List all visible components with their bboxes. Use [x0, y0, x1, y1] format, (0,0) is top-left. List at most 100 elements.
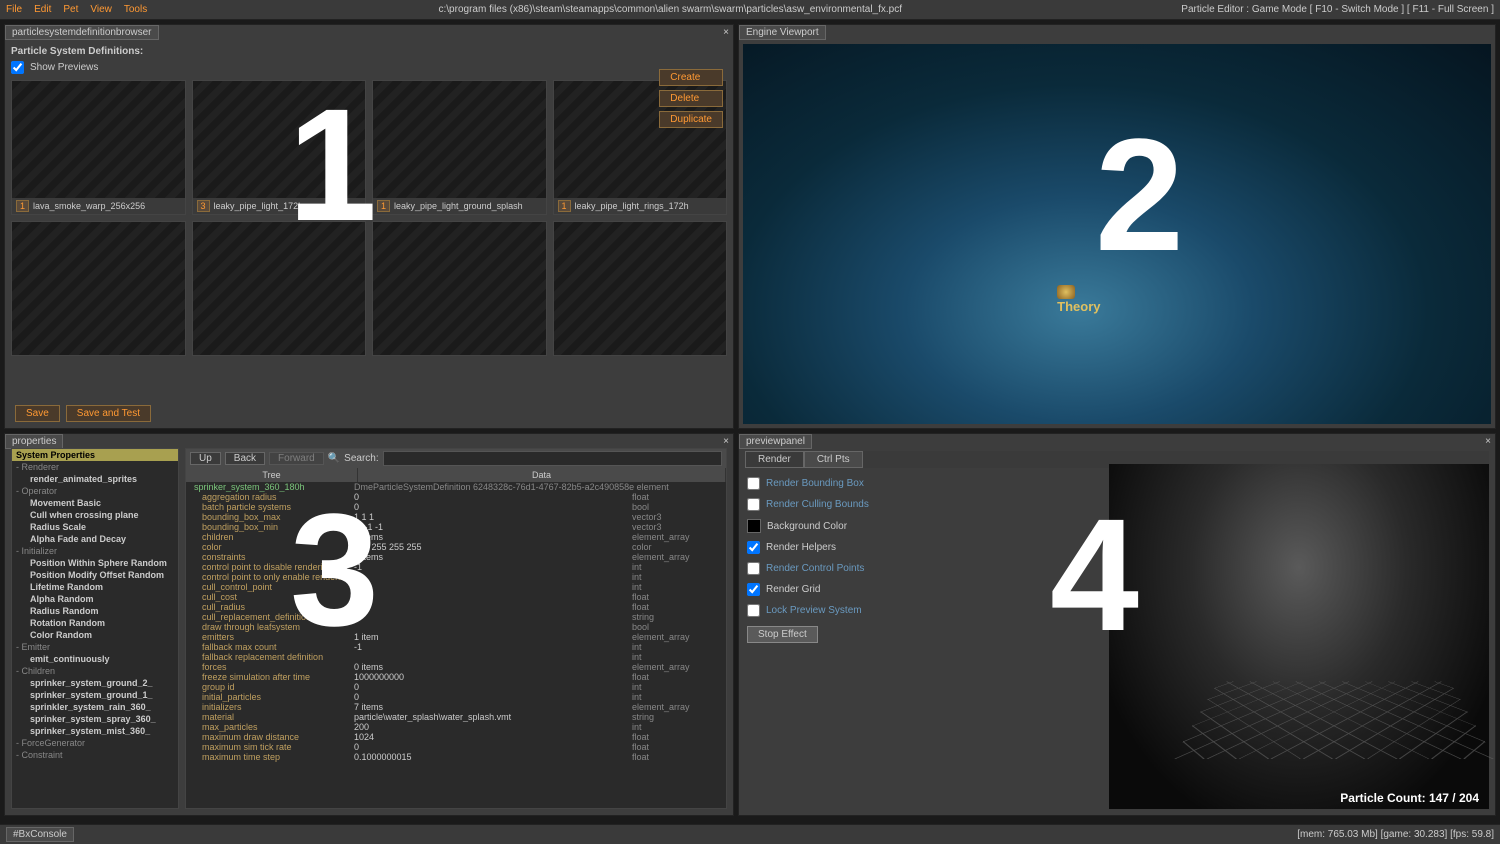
- property-row[interactable]: materialparticle\water_splash\water_spla…: [186, 712, 726, 722]
- particle-thumb[interactable]: [553, 221, 728, 356]
- tree-group[interactable]: - ForceGenerator: [12, 737, 178, 749]
- tree-item[interactable]: Movement Basic: [12, 497, 178, 509]
- property-row[interactable]: cull_costfloat: [186, 592, 726, 602]
- tree-group[interactable]: - Renderer: [12, 461, 178, 473]
- tree-item[interactable]: Lifetime Random: [12, 581, 178, 593]
- particle-thumb[interactable]: [372, 221, 547, 356]
- property-row[interactable]: constraints0 itemselement_array: [186, 552, 726, 562]
- particle-thumb[interactable]: 1lava_smoke_warp_256x256: [11, 80, 186, 215]
- tree-group[interactable]: - Emitter: [12, 641, 178, 653]
- property-row[interactable]: batch particle systems0bool: [186, 502, 726, 512]
- option-checkbox[interactable]: [747, 498, 760, 511]
- tree-item[interactable]: sprinkler_system_rain_360_: [12, 701, 178, 713]
- save-button[interactable]: Save: [15, 405, 60, 422]
- create-button[interactable]: Create: [659, 69, 723, 86]
- property-row[interactable]: initializers7 itemselement_array: [186, 702, 726, 712]
- tree-item[interactable]: Alpha Random: [12, 593, 178, 605]
- particle-thumb[interactable]: [192, 221, 367, 356]
- menu-pet[interactable]: Pet: [63, 4, 78, 15]
- property-row[interactable]: bounding_box_min-1 -1 -1vector3: [186, 522, 726, 532]
- preview-viewport[interactable]: Particle Count: 147 / 204: [1109, 464, 1489, 809]
- option-checkbox[interactable]: [747, 477, 760, 490]
- property-row[interactable]: forces0 itemselement_array: [186, 662, 726, 672]
- tree-item[interactable]: Radius Random: [12, 605, 178, 617]
- search-input[interactable]: [383, 451, 722, 466]
- property-row[interactable]: initial_particles0int: [186, 692, 726, 702]
- option-checkbox[interactable]: [747, 604, 760, 617]
- engine-viewport[interactable]: Theory: [743, 44, 1491, 424]
- tree-group[interactable]: - Constraint: [12, 749, 178, 761]
- property-row[interactable]: freeze simulation after time1000000000fl…: [186, 672, 726, 682]
- option-checkbox[interactable]: [747, 583, 760, 596]
- preview-option[interactable]: Lock Preview System: [747, 604, 1091, 617]
- tree-item[interactable]: render_animated_sprites: [12, 473, 178, 485]
- property-row[interactable]: children5 itemselement_array: [186, 532, 726, 542]
- tree-item[interactable]: Position Within Sphere Random: [12, 557, 178, 569]
- preview-option[interactable]: Render Bounding Box: [747, 477, 1091, 490]
- tree-group[interactable]: - Initializer: [12, 545, 178, 557]
- property-row[interactable]: control point to disable rendering-1int: [186, 562, 726, 572]
- property-row[interactable]: color255 255 255 255color: [186, 542, 726, 552]
- property-row[interactable]: aggregation radius0float: [186, 492, 726, 502]
- menu-edit[interactable]: Edit: [34, 4, 51, 15]
- tree-item[interactable]: sprinker_system_ground_1_: [12, 689, 178, 701]
- preview-option[interactable]: Render Control Points: [747, 562, 1091, 575]
- tree-item[interactable]: sprinker_system_spray_360_: [12, 713, 178, 725]
- property-row[interactable]: emitters1 itemelement_array: [186, 632, 726, 642]
- duplicate-button[interactable]: Duplicate: [659, 111, 723, 128]
- property-row[interactable]: cull_replacement_definitionstring: [186, 612, 726, 622]
- property-row[interactable]: draw through leafsystembool: [186, 622, 726, 632]
- tree-item[interactable]: Color Random: [12, 629, 178, 641]
- tab-ctrl-pts[interactable]: Ctrl Pts: [804, 451, 863, 468]
- property-row[interactable]: fallback max count-1int: [186, 642, 726, 652]
- menu-view[interactable]: View: [90, 4, 112, 15]
- preview-option[interactable]: Render Grid: [747, 583, 1091, 596]
- console-button[interactable]: #BxConsole: [6, 827, 74, 842]
- viewport-tab[interactable]: Engine Viewport: [739, 25, 826, 40]
- property-row[interactable]: maximum sim tick rate0float: [186, 742, 726, 752]
- tree-item[interactable]: Radius Scale: [12, 521, 178, 533]
- particle-thumb[interactable]: 1leaky_pipe_light_ground_splash: [372, 80, 547, 215]
- property-row[interactable]: bounding_box_max1 1 1vector3: [186, 512, 726, 522]
- property-row[interactable]: cull_control_point0int: [186, 582, 726, 592]
- tree-item[interactable]: sprinker_system_mist_360_: [12, 725, 178, 737]
- preview-option[interactable]: Render Helpers: [747, 541, 1091, 554]
- back-button[interactable]: Back: [225, 452, 265, 465]
- tree-item[interactable]: emit_continuously: [12, 653, 178, 665]
- forward-button[interactable]: Forward: [269, 452, 324, 465]
- tree-item[interactable]: Cull when crossing plane: [12, 509, 178, 521]
- property-row[interactable]: cull_radiusfloat: [186, 602, 726, 612]
- property-row[interactable]: group id0int: [186, 682, 726, 692]
- tree-item[interactable]: sprinker_system_ground_2_: [12, 677, 178, 689]
- tree-item[interactable]: Alpha Fade and Decay: [12, 533, 178, 545]
- preview-option[interactable]: Background Color: [747, 519, 1091, 533]
- preview-tab[interactable]: previewpanel: [739, 434, 812, 449]
- tree-item[interactable]: Rotation Random: [12, 617, 178, 629]
- save-test-button[interactable]: Save and Test: [66, 405, 151, 422]
- particle-thumb[interactable]: 3leaky_pipe_light_172h: [192, 80, 367, 215]
- category-tree[interactable]: System Properties- Rendererrender_animat…: [11, 448, 179, 809]
- stop-effect-button[interactable]: Stop Effect: [747, 626, 818, 643]
- color-swatch[interactable]: [747, 519, 761, 533]
- show-previews-checkbox[interactable]: [11, 61, 24, 74]
- option-checkbox[interactable]: [747, 541, 760, 554]
- tree-item[interactable]: Position Modify Offset Random: [12, 569, 178, 581]
- tree-group[interactable]: - Children: [12, 665, 178, 677]
- browser-tab[interactable]: particlesystemdefinitionbrowser: [5, 25, 159, 40]
- property-row[interactable]: max_particles200int: [186, 722, 726, 732]
- delete-button[interactable]: Delete: [659, 90, 723, 107]
- menu-tools[interactable]: Tools: [124, 4, 147, 15]
- menu-file[interactable]: File: [6, 4, 22, 15]
- close-icon[interactable]: ×: [1485, 436, 1491, 447]
- up-button[interactable]: Up: [190, 452, 221, 465]
- particle-thumb[interactable]: [11, 221, 186, 356]
- property-rows[interactable]: sprinker_system_360_180hDmeParticleSyste…: [186, 482, 726, 808]
- tree-group[interactable]: - Operator: [12, 485, 178, 497]
- tab-render[interactable]: Render: [745, 451, 804, 468]
- preview-option[interactable]: Render Culling Bounds: [747, 498, 1091, 511]
- property-row[interactable]: maximum draw distance1024float: [186, 732, 726, 742]
- option-checkbox[interactable]: [747, 562, 760, 575]
- property-row[interactable]: maximum time step0.1000000015float: [186, 752, 726, 762]
- close-icon[interactable]: ×: [723, 27, 729, 38]
- property-row[interactable]: fallback replacement definitionint: [186, 652, 726, 662]
